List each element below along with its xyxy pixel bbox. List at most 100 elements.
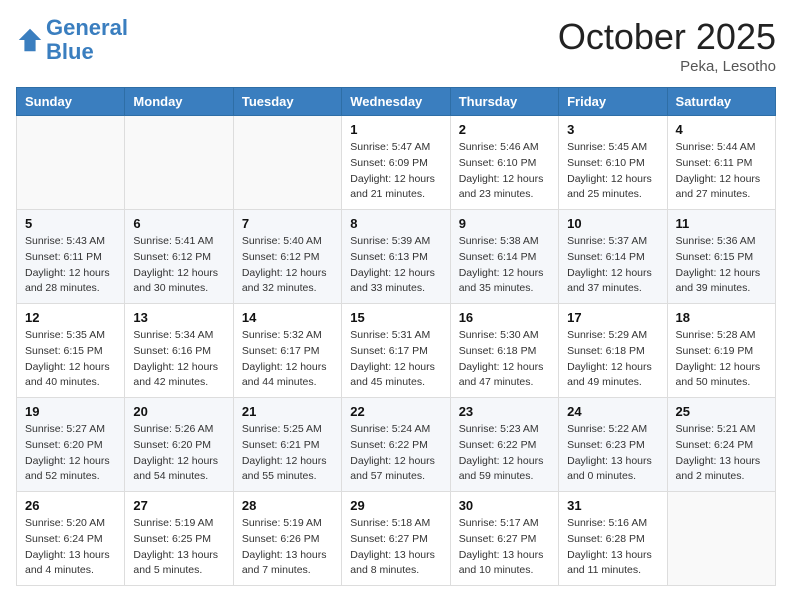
day-info: Sunrise: 5:41 AM Sunset: 6:12 PM Dayligh… <box>133 234 224 297</box>
calendar-cell: 24Sunrise: 5:22 AM Sunset: 6:23 PM Dayli… <box>559 398 667 492</box>
day-info: Sunrise: 5:31 AM Sunset: 6:17 PM Dayligh… <box>350 328 441 391</box>
calendar-cell: 9 Sunrise: 5:38 AM Sunset: 6:14 PM Daylig… <box>450 210 558 304</box>
calendar-cell: 8 Sunrise: 5:39 AM Sunset: 6:13 PM Daylig… <box>342 210 450 304</box>
calendar-cell: 20 Sunrise: 5:26 AM Sunset: 6:20 PM Dayli… <box>125 398 233 492</box>
day-info: Sunrise: 5:17 AM Sunset: 6:27 PM Dayligh… <box>459 516 550 579</box>
calendar-cell: 31 Sunrise: 5:16 AM Sunset: 6:28 PM Dayli… <box>559 492 667 586</box>
day-info: Sunrise: 5:23 AM Sunset: 6:22 PM Dayligh… <box>459 422 550 485</box>
day-info: Sunrise: 5:27 AM Sunset: 6:20 PM Dayligh… <box>25 422 116 485</box>
day-number: 15 <box>350 310 441 325</box>
calendar-week-3: 12 Sunrise: 5:35 AM Sunset: 6:15 PM Dayli… <box>17 304 776 398</box>
day-number: 5 <box>25 216 116 231</box>
day-info: Sunrise: 5:44 AM Sunset: 6:11 PM Dayligh… <box>676 140 767 203</box>
weekday-header-tuesday: Tuesday <box>233 88 341 116</box>
day-info: Sunrise: 5:28 AM Sunset: 6:19 PM Dayligh… <box>676 328 767 391</box>
day-info: Sunrise: 5:19 AM Sunset: 6:26 PM Dayligh… <box>242 516 333 579</box>
calendar: SundayMondayTuesdayWednesdayThursdayFrid… <box>16 87 776 586</box>
calendar-cell: 26 Sunrise: 5:20 AM Sunset: 6:24 PM Dayli… <box>17 492 125 586</box>
calendar-cell: 22 Sunrise: 5:24 AM Sunset: 6:22 PM Dayli… <box>342 398 450 492</box>
weekday-header-wednesday: Wednesday <box>342 88 450 116</box>
calendar-week-4: 19Sunrise: 5:27 AM Sunset: 6:20 PM Dayli… <box>17 398 776 492</box>
weekday-header-monday: Monday <box>125 88 233 116</box>
day-number: 22 <box>350 404 441 419</box>
day-info: Sunrise: 5:40 AM Sunset: 6:12 PM Dayligh… <box>242 234 333 297</box>
calendar-cell <box>17 116 125 210</box>
day-info: Sunrise: 5:34 AM Sunset: 6:16 PM Dayligh… <box>133 328 224 391</box>
weekday-header-friday: Friday <box>559 88 667 116</box>
calendar-week-1: 1 Sunrise: 5:47 AM Sunset: 6:09 PM Daylig… <box>17 116 776 210</box>
day-info: Sunrise: 5:29 AM Sunset: 6:18 PM Dayligh… <box>567 328 658 391</box>
day-number: 23 <box>459 404 550 419</box>
calendar-cell: 25 Sunrise: 5:21 AM Sunset: 6:24 PM Dayli… <box>667 398 775 492</box>
calendar-cell: 10 Sunrise: 5:37 AM Sunset: 6:14 PM Dayli… <box>559 210 667 304</box>
calendar-cell: 13 Sunrise: 5:34 AM Sunset: 6:16 PM Dayli… <box>125 304 233 398</box>
calendar-cell: 21Sunrise: 5:25 AM Sunset: 6:21 PM Dayli… <box>233 398 341 492</box>
day-number: 16 <box>459 310 550 325</box>
day-info: Sunrise: 5:26 AM Sunset: 6:20 PM Dayligh… <box>133 422 224 485</box>
day-number: 1 <box>350 122 441 137</box>
day-number: 29 <box>350 498 441 513</box>
day-info: Sunrise: 5:43 AM Sunset: 6:11 PM Dayligh… <box>25 234 116 297</box>
day-info: Sunrise: 5:19 AM Sunset: 6:25 PM Dayligh… <box>133 516 224 579</box>
calendar-body: 1 Sunrise: 5:47 AM Sunset: 6:09 PM Daylig… <box>17 116 776 586</box>
calendar-cell: 5 Sunrise: 5:43 AM Sunset: 6:11 PM Daylig… <box>17 210 125 304</box>
weekday-header-thursday: Thursday <box>450 88 558 116</box>
day-info: Sunrise: 5:37 AM Sunset: 6:14 PM Dayligh… <box>567 234 658 297</box>
calendar-cell: 16 Sunrise: 5:30 AM Sunset: 6:18 PM Dayli… <box>450 304 558 398</box>
weekday-header-saturday: Saturday <box>667 88 775 116</box>
calendar-week-2: 5 Sunrise: 5:43 AM Sunset: 6:11 PM Daylig… <box>17 210 776 304</box>
calendar-cell: 29Sunrise: 5:18 AM Sunset: 6:27 PM Dayli… <box>342 492 450 586</box>
day-info: Sunrise: 5:39 AM Sunset: 6:13 PM Dayligh… <box>350 234 441 297</box>
day-info: Sunrise: 5:25 AM Sunset: 6:21 PM Dayligh… <box>242 422 333 485</box>
calendar-cell <box>125 116 233 210</box>
day-info: Sunrise: 5:32 AM Sunset: 6:17 PM Dayligh… <box>242 328 333 391</box>
title-block: October 2025 Peka, Lesotho <box>558 16 776 75</box>
logo-text: General Blue <box>46 16 128 64</box>
day-info: Sunrise: 5:38 AM Sunset: 6:14 PM Dayligh… <box>459 234 550 297</box>
day-info: Sunrise: 5:21 AM Sunset: 6:24 PM Dayligh… <box>676 422 767 485</box>
day-number: 10 <box>567 216 658 231</box>
weekday-header-row: SundayMondayTuesdayWednesdayThursdayFrid… <box>17 88 776 116</box>
day-number: 31 <box>567 498 658 513</box>
logo: General Blue <box>16 16 128 64</box>
calendar-cell: 2 Sunrise: 5:46 AM Sunset: 6:10 PM Daylig… <box>450 116 558 210</box>
day-number: 20 <box>133 404 224 419</box>
calendar-cell: 19Sunrise: 5:27 AM Sunset: 6:20 PM Dayli… <box>17 398 125 492</box>
day-info: Sunrise: 5:20 AM Sunset: 6:24 PM Dayligh… <box>25 516 116 579</box>
calendar-cell: 6 Sunrise: 5:41 AM Sunset: 6:12 PM Daylig… <box>125 210 233 304</box>
day-number: 8 <box>350 216 441 231</box>
day-number: 25 <box>676 404 767 419</box>
day-number: 11 <box>676 216 767 231</box>
calendar-cell: 17 Sunrise: 5:29 AM Sunset: 6:18 PM Dayli… <box>559 304 667 398</box>
day-number: 28 <box>242 498 333 513</box>
day-number: 14 <box>242 310 333 325</box>
day-number: 30 <box>459 498 550 513</box>
calendar-cell: 23 Sunrise: 5:23 AM Sunset: 6:22 PM Dayli… <box>450 398 558 492</box>
day-info: Sunrise: 5:35 AM Sunset: 6:15 PM Dayligh… <box>25 328 116 391</box>
day-number: 17 <box>567 310 658 325</box>
day-number: 7 <box>242 216 333 231</box>
day-info: Sunrise: 5:24 AM Sunset: 6:22 PM Dayligh… <box>350 422 441 485</box>
calendar-cell: 27Sunrise: 5:19 AM Sunset: 6:25 PM Dayli… <box>125 492 233 586</box>
day-info: Sunrise: 5:22 AM Sunset: 6:23 PM Dayligh… <box>567 422 658 485</box>
page-header: General Blue October 2025 Peka, Lesotho <box>16 16 776 75</box>
day-number: 2 <box>459 122 550 137</box>
day-info: Sunrise: 5:46 AM Sunset: 6:10 PM Dayligh… <box>459 140 550 203</box>
day-info: Sunrise: 5:47 AM Sunset: 6:09 PM Dayligh… <box>350 140 441 203</box>
calendar-cell: 7 Sunrise: 5:40 AM Sunset: 6:12 PM Daylig… <box>233 210 341 304</box>
day-number: 26 <box>25 498 116 513</box>
day-number: 9 <box>459 216 550 231</box>
logo-icon <box>16 26 44 54</box>
day-number: 13 <box>133 310 224 325</box>
day-info: Sunrise: 5:16 AM Sunset: 6:28 PM Dayligh… <box>567 516 658 579</box>
day-info: Sunrise: 5:36 AM Sunset: 6:15 PM Dayligh… <box>676 234 767 297</box>
day-number: 6 <box>133 216 224 231</box>
day-number: 12 <box>25 310 116 325</box>
calendar-week-5: 26 Sunrise: 5:20 AM Sunset: 6:24 PM Dayli… <box>17 492 776 586</box>
day-info: Sunrise: 5:45 AM Sunset: 6:10 PM Dayligh… <box>567 140 658 203</box>
calendar-cell: 3 Sunrise: 5:45 AM Sunset: 6:10 PM Daylig… <box>559 116 667 210</box>
calendar-cell <box>667 492 775 586</box>
day-number: 3 <box>567 122 658 137</box>
day-info: Sunrise: 5:30 AM Sunset: 6:18 PM Dayligh… <box>459 328 550 391</box>
calendar-cell <box>233 116 341 210</box>
